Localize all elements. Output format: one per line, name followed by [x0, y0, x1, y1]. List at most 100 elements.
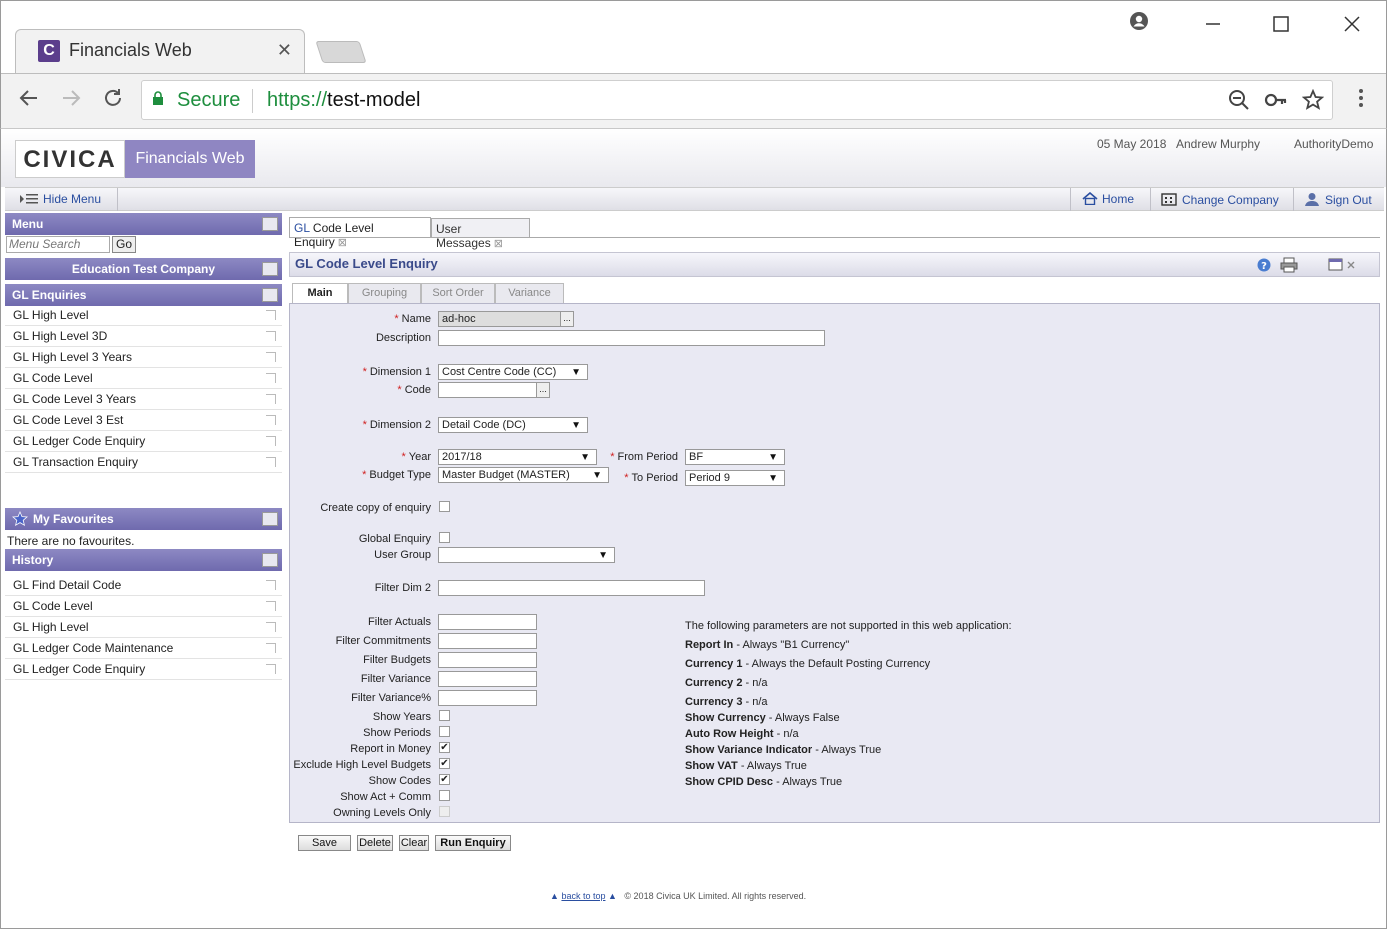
subtab-main[interactable]: Main — [292, 283, 348, 304]
list-item[interactable]: GL Ledger Code Enquiry — [5, 431, 282, 452]
browser-menu-icon[interactable] — [1351, 86, 1371, 117]
list-item[interactable]: GL Transaction Enquiry — [5, 452, 282, 473]
report-in-money-checkbox[interactable]: ✔ — [439, 742, 450, 753]
clear-button[interactable]: Clear — [399, 835, 429, 851]
back-to-top-link[interactable]: ▲ back to top ▲ — [550, 891, 617, 901]
panel-toggle-icon[interactable] — [262, 262, 278, 276]
list-item[interactable]: GL High Level 3 Years — [5, 347, 282, 368]
browser-tab[interactable]: C Financials Web ✕ — [15, 29, 305, 73]
list-item[interactable]: GL Ledger Code Maintenance — [5, 638, 282, 659]
year-label: * Year — [401, 451, 431, 463]
close-tab-icon[interactable]: ⊠ — [338, 237, 347, 249]
budget-type-label: * Budget Type — [362, 469, 431, 481]
address-bar[interactable]: Secure https://test-model — [141, 80, 1333, 120]
tab-gl-code-level-enquiry[interactable]: GL Code Level Enquiry ⊠ — [289, 217, 431, 249]
help-icon[interactable]: ? — [1257, 258, 1271, 275]
list-item-label: GL High Level 3D — [13, 329, 108, 343]
code-input[interactable] — [438, 382, 538, 398]
open-link-icon — [266, 352, 276, 362]
filter-budgets-label: Filter Budgets — [363, 654, 431, 666]
list-item[interactable]: GL Code Level — [5, 596, 282, 617]
list-item[interactable]: GL High Level 3D — [5, 326, 282, 347]
window-restore-icon[interactable] — [1328, 257, 1358, 276]
open-link-icon — [266, 643, 276, 653]
reload-icon[interactable] — [101, 86, 125, 117]
show-periods-checkbox[interactable] — [439, 726, 450, 737]
list-item[interactable]: GL Find Detail Code — [5, 575, 282, 596]
new-tab-button[interactable] — [315, 41, 367, 63]
dimension1-select[interactable]: Cost Centre Code (CC) ▼ — [438, 364, 588, 380]
panel-toggle-icon[interactable] — [262, 512, 278, 526]
budget-type-select[interactable]: Master Budget (MASTER) ▼ — [438, 467, 609, 483]
year-select[interactable]: 2017/18 ▼ — [438, 449, 597, 465]
show-years-label: Show Years — [372, 711, 431, 723]
close-window-icon[interactable] — [1344, 15, 1360, 38]
menubar-divider — [1150, 188, 1151, 211]
list-item[interactable]: GL High Level — [5, 305, 282, 326]
back-icon[interactable] — [17, 86, 41, 117]
list-item[interactable]: GL Ledger Code Enquiry — [5, 659, 282, 680]
minimize-window-icon[interactable] — [1203, 7, 1223, 33]
code-lookup-button[interactable]: ... — [536, 382, 550, 398]
filter-variance-input[interactable] — [438, 671, 537, 687]
home-link[interactable]: Home — [1082, 191, 1134, 208]
forward-icon[interactable] — [59, 86, 83, 117]
maximize-window-icon[interactable] — [1273, 15, 1289, 38]
hide-menu-button[interactable]: Hide Menu — [19, 192, 101, 208]
panel-toggle-icon[interactable] — [262, 288, 278, 302]
exclude-high-level-checkbox[interactable]: ✔ — [439, 758, 450, 769]
menu-search-input[interactable]: Menu Search — [6, 236, 110, 253]
list-item-label: GL Code Level — [13, 599, 93, 613]
run-enquiry-button[interactable]: Run Enquiry — [435, 835, 511, 851]
list-item[interactable]: GL Code Level 3 Years — [5, 389, 282, 410]
menu-search-go-button[interactable]: Go — [112, 236, 136, 253]
print-icon[interactable] — [1280, 257, 1298, 276]
close-tab-icon[interactable]: ⊠ — [494, 238, 503, 250]
open-link-icon — [266, 580, 276, 590]
change-company-link[interactable]: Change Company — [1161, 192, 1279, 209]
user-group-select[interactable]: ▼ — [438, 547, 615, 563]
profile-icon[interactable] — [1129, 11, 1149, 37]
filter-commitments-input[interactable] — [438, 633, 537, 649]
subtab-variance[interactable]: Variance — [495, 283, 564, 303]
from-period-select[interactable]: BF ▼ — [685, 449, 785, 465]
name-lookup-button[interactable]: ... — [560, 311, 574, 327]
note-item: Auto Row Height - n/a — [685, 728, 799, 740]
url-text[interactable]: https://test-model — [267, 89, 420, 112]
name-input[interactable]: ad-hoc — [438, 311, 562, 327]
show-codes-checkbox[interactable]: ✔ — [439, 774, 450, 785]
to-period-select[interactable]: Period 9 ▼ — [685, 470, 785, 486]
panel-toggle-icon[interactable] — [262, 553, 278, 567]
list-item[interactable]: GL Code Level 3 Est — [5, 410, 282, 431]
close-tab-icon[interactable]: ✕ — [277, 40, 292, 61]
dimension2-select[interactable]: Detail Code (DC) ▼ — [438, 417, 588, 433]
zoom-icon[interactable] — [1228, 89, 1250, 117]
save-button[interactable]: Save — [298, 835, 351, 851]
panel-toggle-icon[interactable] — [262, 217, 278, 231]
open-link-icon — [266, 436, 276, 446]
create-copy-checkbox[interactable] — [439, 501, 450, 512]
star-icon[interactable] — [1301, 88, 1325, 117]
key-icon[interactable] — [1264, 89, 1288, 117]
financials-web-app: CIVICA Financials Web 05 May 2018 Andrew… — [0, 128, 1387, 929]
dropdown-arrow-icon: ▼ — [571, 420, 581, 431]
list-item[interactable]: GL High Level — [5, 617, 282, 638]
app-menubar: Hide Menu Home Change Company Sign Out — [5, 187, 1384, 211]
show-years-checkbox[interactable] — [439, 710, 450, 721]
filter-actuals-input[interactable] — [438, 614, 537, 630]
sign-out-link[interactable]: Sign Out — [1304, 192, 1372, 209]
global-enquiry-checkbox[interactable] — [439, 532, 450, 543]
filter-budgets-input[interactable] — [438, 652, 537, 668]
owning-levels-checkbox — [439, 806, 450, 817]
unsupported-params-intro: The following parameters are not support… — [685, 620, 1012, 632]
create-copy-label: Create copy of enquiry — [320, 502, 431, 514]
subtab-grouping[interactable]: Grouping — [348, 283, 421, 303]
filter-dim2-input[interactable] — [438, 580, 705, 596]
filter-variance-pct-input[interactable] — [438, 690, 537, 706]
tab-user-messages[interactable]: User Messages ⊠ — [431, 218, 530, 250]
delete-button[interactable]: Delete — [357, 835, 393, 851]
show-act-comm-checkbox[interactable] — [439, 790, 450, 801]
list-item[interactable]: GL Code Level — [5, 368, 282, 389]
subtab-sort-order[interactable]: Sort Order — [421, 283, 495, 303]
description-input[interactable] — [438, 330, 825, 346]
